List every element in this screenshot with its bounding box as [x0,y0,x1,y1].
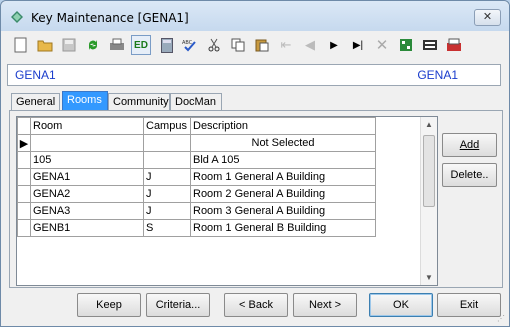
record-key-bar: GENA1 GENA1 [7,64,501,86]
next-button[interactable]: Next > [293,293,357,317]
window-title: Key Maintenance [GENA1] [31,11,189,25]
edit-icon[interactable]: ED [131,35,151,55]
refresh-icon[interactable] [83,35,103,55]
close-button[interactable]: ✕ [474,9,501,26]
cell-campus[interactable] [143,151,191,169]
grid-header-row: Room Campus Description [17,117,376,135]
scroll-thumb[interactable] [423,135,435,207]
cell-campus[interactable]: J [143,202,191,220]
cell-description[interactable]: Bld A 105 [190,151,376,169]
column-header-room[interactable]: Room [30,117,144,135]
add-button-label: Add [459,139,480,151]
last-record-icon[interactable]: ▶| [348,35,368,55]
row-indicator [17,151,31,169]
title-bar[interactable]: Key Maintenance [GENA1] ✕ [1,1,509,31]
rooms-panel: Room Campus Description ▶ Not Selected 1… [9,110,503,288]
next-record-icon[interactable]: ▶ [324,35,344,55]
cell-campus[interactable]: J [143,185,191,203]
table-row[interactable]: GENA1 J Room 1 General A Building [17,168,376,186]
cell-room[interactable]: 105 [30,151,144,169]
delete-icon[interactable]: ✕ [372,35,392,55]
record-key-left: GENA1 [15,68,56,82]
new-document-icon[interactable] [11,35,31,55]
tab-general[interactable]: General [11,93,60,111]
key-maintenance-window: Key Maintenance [GENA1] ✕ ED ABC ⇤ ◀ ▶ ▶… [0,0,510,327]
rooms-table: Room Campus Description ▶ Not Selected 1… [17,117,376,237]
edit-label: ED [134,39,148,51]
row-indicator [17,185,31,203]
export-icon[interactable] [444,35,464,55]
row-indicator [17,219,31,237]
record-key-right: GENA1 [417,68,458,82]
cell-description[interactable]: Not Selected [190,134,376,152]
current-row-indicator-icon: ▶ [17,134,31,152]
keep-button[interactable]: Keep [77,293,141,317]
open-folder-icon[interactable] [35,35,55,55]
cell-description[interactable]: Room 2 General A Building [190,185,376,203]
cell-description[interactable]: Room 3 General A Building [190,202,376,220]
grid-vertical-scrollbar[interactable]: ▲ ▼ [420,117,437,285]
table-row[interactable]: GENB1 S Room 1 General B Building [17,219,376,237]
column-header-campus[interactable]: Campus [143,117,191,135]
tab-docman[interactable]: DocMan [170,93,222,111]
cell-room[interactable]: GENA1 [30,168,144,186]
delete-button-label: Delete.. [450,169,489,181]
row-indicator [17,202,31,220]
column-header-description[interactable]: Description [190,117,376,135]
table-row[interactable]: GENA3 J Room 3 General A Building [17,202,376,220]
criteria-button[interactable]: Criteria... [146,293,210,317]
tab-rooms[interactable]: Rooms [62,91,108,111]
spell-check-icon[interactable]: ABC [180,35,200,55]
table-row[interactable]: GENA2 J Room 2 General A Building [17,185,376,203]
app-diamond-icon [11,11,23,23]
calculator-icon[interactable] [157,35,177,55]
cell-description[interactable]: Room 1 General A Building [190,168,376,186]
previous-record-icon[interactable]: ◀ [300,35,320,55]
cut-icon[interactable] [204,35,224,55]
add-button[interactable]: Add [442,133,497,157]
delete-button[interactable]: Delete.. [442,163,497,187]
print-icon[interactable] [107,35,127,55]
cell-room[interactable] [30,134,144,152]
rooms-grid[interactable]: Room Campus Description ▶ Not Selected 1… [16,116,438,286]
table-row[interactable]: 105 Bld A 105 [17,151,376,169]
toolbar: ED ABC ⇤ ◀ ▶ ▶| ✕ [7,32,503,60]
resize-grip-icon[interactable]: ⋰ [497,314,507,324]
cell-campus[interactable]: S [143,219,191,237]
cell-campus[interactable] [143,134,191,152]
ok-button[interactable]: OK [369,293,433,317]
table-row[interactable]: ▶ Not Selected [17,134,376,152]
grid-icon[interactable] [396,35,416,55]
scroll-up-icon[interactable]: ▲ [425,120,433,129]
back-button[interactable]: < Back [224,293,288,317]
cell-campus[interactable]: J [143,168,191,186]
copy-icon[interactable] [228,35,248,55]
exit-button[interactable]: Exit [437,293,501,317]
barcode-icon[interactable] [420,35,440,55]
scroll-down-icon[interactable]: ▼ [425,273,433,282]
row-indicator-header [17,117,31,135]
tab-community[interactable]: Community [108,93,170,111]
cell-room[interactable]: GENA2 [30,185,144,203]
first-record-icon[interactable]: ⇤ [276,35,296,55]
cell-description[interactable]: Room 1 General B Building [190,219,376,237]
cell-room[interactable]: GENB1 [30,219,144,237]
row-indicator [17,168,31,186]
save-icon[interactable] [59,35,79,55]
cell-room[interactable]: GENA3 [30,202,144,220]
paste-icon[interactable] [252,35,272,55]
